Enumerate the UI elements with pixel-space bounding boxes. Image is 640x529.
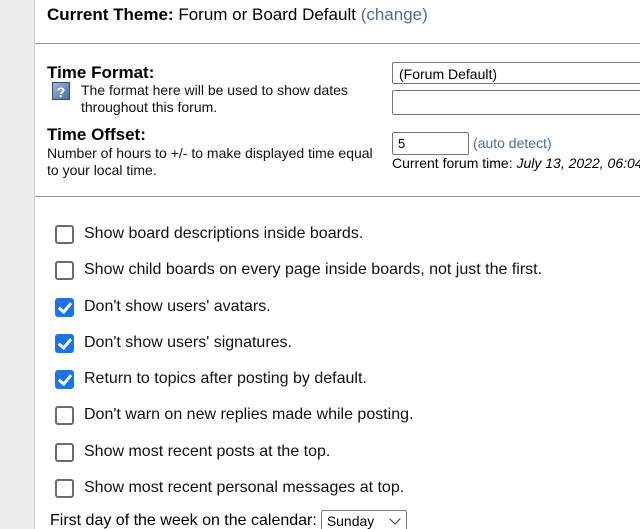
option-checkbox[interactable]: [55, 260, 74, 280]
settings-panel: Current Theme: Forum or Board Default (c…: [35, 0, 640, 529]
first-day-select[interactable]: Sunday: [320, 510, 407, 529]
option-row[interactable]: Don't show users' signatures.: [55, 332, 292, 354]
option-checkbox[interactable]: [55, 478, 74, 498]
current-theme-value: Forum or Board Default: [178, 5, 356, 24]
current-forum-time: Current forum time: July 13, 2022, 06:04: [392, 155, 640, 171]
first-day-row: First day of the week on the calendar: S…: [50, 510, 407, 529]
section-divider: [35, 43, 640, 44]
section-divider: [35, 196, 640, 197]
left-rail: [0, 0, 35, 529]
auto-detect-link[interactable]: (auto detect): [473, 135, 552, 151]
chevron-down-icon: [389, 513, 401, 525]
help-icon[interactable]: ?: [52, 82, 70, 100]
time-format-label: Time Format:: [47, 63, 155, 82]
option-label: Show child boards on every page inside b…: [84, 261, 543, 278]
current-theme-label: Current Theme:: [47, 5, 174, 24]
option-checkbox-checked[interactable]: [55, 369, 74, 389]
option-label: Show board descriptions inside boards.: [84, 225, 364, 242]
current-forum-time-label: Current forum time:: [392, 155, 513, 171]
time-offset-description: Number of hours to +/- to make displayed…: [47, 145, 373, 178]
option-label: Return to topics after posting by defaul…: [84, 370, 367, 387]
option-checkbox[interactable]: [55, 442, 74, 462]
option-row[interactable]: Don't warn on new replies made while pos…: [55, 404, 413, 426]
profile-settings-page: Current Theme: Forum or Board Default (c…: [0, 0, 640, 529]
option-label: Don't show users' signatures.: [84, 334, 292, 351]
option-checkbox-checked[interactable]: [55, 333, 74, 353]
option-row[interactable]: Show most recent personal messages at to…: [55, 477, 404, 499]
option-row[interactable]: Show board descriptions inside boards.: [55, 223, 363, 245]
option-label: Don't show users' avatars.: [84, 298, 271, 315]
option-checkbox[interactable]: [55, 224, 74, 244]
option-label: Don't warn on new replies made while pos…: [84, 406, 414, 423]
first-day-value: Sunday: [326, 513, 375, 529]
time-format-select[interactable]: (Forum Default): [392, 62, 640, 84]
option-label: Show most recent personal messages at to…: [84, 479, 405, 496]
change-theme-link[interactable]: (change): [361, 5, 428, 24]
option-row[interactable]: Don't show users' avatars.: [55, 296, 271, 318]
option-label: Show most recent posts at the top.: [84, 443, 331, 460]
current-forum-time-value: July 13, 2022, 06:04: [516, 155, 640, 171]
current-theme-row: Current Theme: Forum or Board Default (c…: [47, 5, 428, 25]
time-offset-input[interactable]: 5: [392, 132, 469, 155]
option-row[interactable]: Return to topics after posting by defaul…: [55, 368, 367, 390]
first-day-label: First day of the week on the calendar:: [50, 511, 317, 529]
time-offset-label: Time Offset:: [47, 125, 146, 144]
option-row[interactable]: Show child boards on every page inside b…: [55, 259, 542, 281]
time-format-description: The format here will be used to show dat…: [81, 82, 348, 115]
option-checkbox-checked[interactable]: [55, 297, 74, 317]
option-checkbox[interactable]: [55, 405, 74, 425]
time-format-custom-input[interactable]: [392, 90, 640, 115]
option-row[interactable]: Show most recent posts at the top.: [55, 441, 330, 463]
